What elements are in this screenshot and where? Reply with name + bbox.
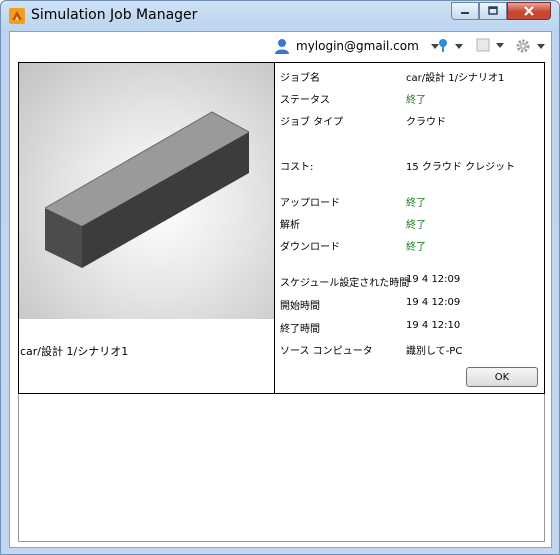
label-download: ダウンロード bbox=[280, 242, 340, 253]
value-job-name: car/設計 1/シナリオ1 bbox=[406, 73, 505, 84]
log-panel bbox=[18, 394, 545, 542]
value-scheduled-time: 19 4 12:09 bbox=[406, 274, 461, 285]
lightbulb-icon bbox=[439, 39, 447, 52]
window-frame: Simulation Job Manager mylogin@gmail.com… bbox=[0, 0, 560, 555]
user-email: mylogin@gmail.com bbox=[296, 39, 419, 53]
close-icon bbox=[524, 6, 534, 16]
value-cost: 15 クラウド クレジット bbox=[406, 162, 516, 173]
minimize-icon bbox=[461, 12, 469, 14]
value-source-computer: 識別して-PC bbox=[406, 346, 463, 357]
value-status: 終了 bbox=[406, 95, 426, 106]
chevron-down-icon bbox=[455, 43, 463, 49]
ok-button[interactable]: OK bbox=[466, 367, 538, 387]
view-menu[interactable] bbox=[476, 38, 504, 52]
title-bar[interactable]: Simulation Job Manager bbox=[1, 1, 559, 31]
preview-caption: car/設計 1/シナリオ1 bbox=[20, 345, 129, 358]
user-icon bbox=[275, 39, 289, 54]
minimize-button[interactable] bbox=[451, 2, 479, 20]
maximize-icon bbox=[488, 6, 498, 15]
user-menu[interactable]: mylogin@gmail.com bbox=[274, 38, 439, 54]
help-menu[interactable] bbox=[437, 38, 463, 54]
label-job-name: ジョブ名 bbox=[280, 73, 320, 84]
chevron-down-icon bbox=[496, 42, 504, 48]
model-preview: car/設計 1/シナリオ1 bbox=[19, 63, 275, 394]
chevron-down-icon bbox=[537, 43, 545, 49]
label-start-time: 開始時間 bbox=[280, 301, 320, 312]
label-source-computer: ソース コンピュータ bbox=[280, 346, 373, 357]
label-cost: コスト: bbox=[280, 162, 314, 173]
gear-icon bbox=[516, 39, 530, 53]
window-title: Simulation Job Manager bbox=[31, 7, 198, 23]
value-end-time: 19 4 12:10 bbox=[406, 320, 461, 331]
settings-menu[interactable] bbox=[515, 38, 545, 54]
job-detail-panel: car/設計 1/シナリオ1 ジョブ名 car/設計 1/シナリオ1 ステータス… bbox=[18, 62, 545, 394]
label-scheduled-time: スケジュール設定された時間 bbox=[280, 278, 410, 289]
square-icon bbox=[476, 38, 490, 52]
value-analysis: 終了 bbox=[406, 220, 426, 231]
value-upload: 終了 bbox=[406, 198, 426, 209]
value-download: 終了 bbox=[406, 242, 426, 253]
model-thumbnail bbox=[19, 63, 274, 319]
close-button[interactable] bbox=[507, 2, 551, 20]
app-icon bbox=[9, 8, 25, 24]
label-upload: アップロード bbox=[280, 198, 340, 209]
label-end-time: 終了時間 bbox=[280, 324, 320, 335]
label-status: ステータス bbox=[280, 95, 330, 106]
value-job-type: クラウド bbox=[406, 117, 446, 128]
value-start-time: 19 4 12:09 bbox=[406, 297, 461, 308]
maximize-button[interactable] bbox=[479, 2, 507, 20]
label-job-type: ジョブ タイプ bbox=[280, 117, 344, 128]
client-area: mylogin@gmail.com car/設計 1/シナリオ1 ジョブ名 ca… bbox=[9, 31, 552, 548]
job-details: ジョブ名 car/設計 1/シナリオ1 ステータス 終了 ジョブ タイプ クラウ… bbox=[275, 63, 545, 393]
label-analysis: 解析 bbox=[280, 220, 300, 231]
toolbar: mylogin@gmail.com bbox=[10, 32, 551, 62]
